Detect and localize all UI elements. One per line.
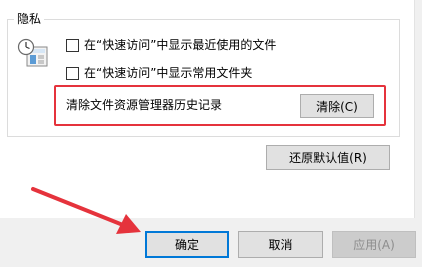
privacy-settings-icon [17, 38, 48, 67]
cancel-button[interactable]: 取消 [238, 231, 323, 258]
ok-button[interactable]: 确定 [145, 231, 229, 258]
checkbox-box[interactable] [66, 66, 79, 80]
general-tab-panel: 隐私 在“快速访问”中显示最近使用的文件 在“快速访问”中显示常用文件夹 清除文… [0, 0, 414, 218]
apply-button[interactable]: 应用(A) [332, 231, 416, 258]
checkbox-label: 在“快速访问”中显示常用文件夹 [84, 66, 253, 80]
clear-button[interactable]: 清除(C) [300, 94, 374, 118]
clear-history-label: 清除文件资源管理器历史记录 [66, 98, 223, 112]
show-frequent-folders-checkbox[interactable]: 在“快速访问”中显示常用文件夹 [66, 65, 252, 81]
panel-right-edge [414, 0, 422, 218]
restore-defaults-button[interactable]: 还原默认值(R) [266, 145, 390, 170]
checkbox-box[interactable] [66, 38, 79, 52]
checkbox-label: 在“快速访问”中显示最近使用的文件 [84, 38, 277, 52]
show-recent-files-checkbox[interactable]: 在“快速访问”中显示最近使用的文件 [66, 37, 276, 53]
privacy-group-title: 隐私 [14, 10, 45, 28]
